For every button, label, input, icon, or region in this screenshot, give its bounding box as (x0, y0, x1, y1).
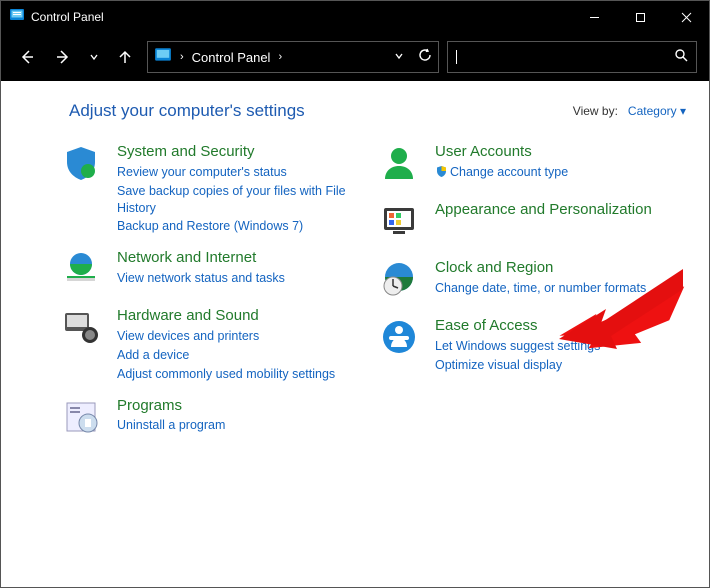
search-icon[interactable] (674, 48, 688, 67)
category-link[interactable]: View devices and printers (117, 328, 335, 345)
recent-dropdown[interactable] (85, 41, 103, 73)
chevron-down-icon: ▾ (680, 104, 686, 118)
content-area: Adjust your computer's settings View by:… (1, 81, 709, 587)
category-link[interactable]: Change date, time, or number formats (435, 280, 646, 297)
category-link[interactable]: Uninstall a program (117, 417, 225, 434)
category-link[interactable]: Review your computer's status (117, 164, 353, 181)
address-text: › Control Panel › (180, 50, 386, 65)
category-icon (59, 249, 103, 293)
view-by-dropdown[interactable]: Category ▾ (628, 104, 686, 118)
category-icon (377, 259, 421, 303)
category-link[interactable]: View network status and tasks (117, 270, 285, 287)
category-item: Appearance and Personalization (377, 201, 671, 245)
window-title: Control Panel (31, 10, 104, 24)
category-item: Hardware and Sound View devices and print… (59, 307, 353, 382)
category-item: Ease of Access Let Windows suggest settin… (377, 317, 671, 374)
control-panel-window: Control Panel (0, 0, 710, 588)
category-icon (59, 307, 103, 351)
category-body: Hardware and Sound View devices and print… (117, 307, 335, 382)
category-body: Network and Internet View network status … (117, 249, 285, 293)
refresh-icon[interactable] (418, 48, 432, 67)
control-panel-icon (9, 7, 25, 28)
back-button[interactable] (13, 41, 41, 73)
category-item: Network and Internet View network status … (59, 249, 353, 293)
category-body: Appearance and Personalization (435, 201, 652, 245)
category-title[interactable]: Clock and Region (435, 259, 646, 278)
category-title[interactable]: System and Security (117, 143, 353, 162)
category-link[interactable]: Save backup copies of your files with Fi… (117, 183, 353, 217)
category-item: System and Security Review your computer'… (59, 143, 353, 235)
control-panel-icon (154, 46, 172, 69)
category-icon (59, 143, 103, 187)
address-bar[interactable]: › Control Panel › (147, 41, 439, 73)
view-by: View by: Category ▾ (573, 104, 686, 118)
titlebar-left: Control Panel (9, 7, 104, 28)
close-button[interactable] (663, 1, 709, 33)
category-body: Ease of Access Let Windows suggest settin… (435, 317, 600, 374)
category-title[interactable]: Programs (117, 397, 225, 416)
category-icon (377, 201, 421, 245)
chevron-down-icon[interactable] (394, 48, 404, 66)
category-title[interactable]: User Accounts (435, 143, 568, 162)
category-item: ProgramsUninstall a program (59, 397, 353, 441)
category-title[interactable]: Ease of Access (435, 317, 600, 336)
category-columns: System and Security Review your computer'… (59, 143, 671, 441)
maximize-button[interactable] (617, 1, 663, 33)
heading-row: Adjust your computer's settings View by:… (69, 101, 671, 121)
category-title[interactable]: Appearance and Personalization (435, 201, 652, 220)
minimize-button[interactable] (571, 1, 617, 33)
left-column: System and Security Review your computer'… (59, 143, 353, 441)
category-item: Clock and Region Change date, time, or nu… (377, 259, 671, 303)
forward-button[interactable] (49, 41, 77, 73)
category-body: ProgramsUninstall a program (117, 397, 225, 441)
window-controls (571, 1, 709, 33)
category-icon (377, 317, 421, 361)
search-input[interactable] (461, 50, 674, 65)
category-title[interactable]: Network and Internet (117, 249, 285, 268)
category-body: System and Security Review your computer'… (117, 143, 353, 235)
category-link[interactable]: Change account type (435, 164, 568, 181)
up-button[interactable] (111, 41, 139, 73)
titlebar: Control Panel (1, 1, 709, 33)
category-link[interactable]: Optimize visual display (435, 357, 600, 374)
category-icon (59, 397, 103, 441)
category-link[interactable]: Adjust commonly used mobility settings (117, 366, 335, 383)
right-column: User Accounts Change account type Appearan… (377, 143, 671, 441)
category-link[interactable]: Add a device (117, 347, 335, 364)
category-link[interactable]: Let Windows suggest settings (435, 338, 600, 355)
navbar: › Control Panel › (1, 33, 709, 81)
view-by-label: View by: (573, 104, 618, 118)
category-body: Clock and Region Change date, time, or nu… (435, 259, 646, 303)
search-box[interactable] (447, 41, 697, 73)
page-heading: Adjust your computer's settings (69, 101, 305, 121)
category-item: User Accounts Change account type (377, 143, 671, 187)
category-icon (377, 143, 421, 187)
category-link[interactable]: Backup and Restore (Windows 7) (117, 218, 353, 235)
category-title[interactable]: Hardware and Sound (117, 307, 335, 326)
category-body: User Accounts Change account type (435, 143, 568, 187)
